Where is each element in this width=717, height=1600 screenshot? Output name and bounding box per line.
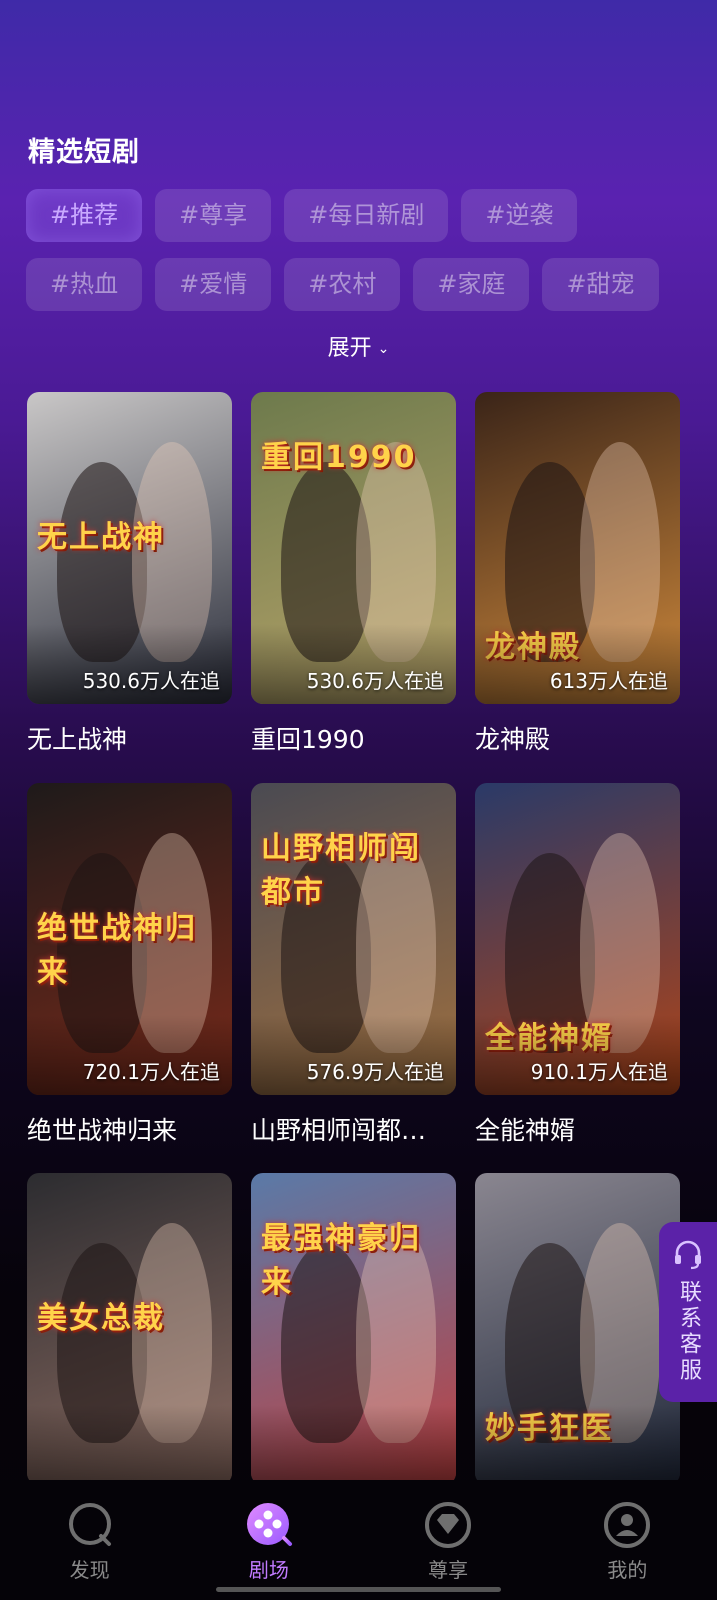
drama-card[interactable]: 无上战神 530.6万人在追 无上战神 (27, 392, 232, 756)
drama-card[interactable]: 全能神婿910.1万人在追全能神婿 (475, 783, 680, 1147)
tag-family[interactable]: #家庭 (413, 258, 530, 311)
drama-title[interactable]: 绝世战神归来 (27, 1111, 232, 1147)
drama-poster[interactable]: 重回1990 530.6万人在追 (251, 392, 456, 704)
customer-service-button[interactable]: 联系客服 (659, 1222, 717, 1402)
tag-exclusive[interactable]: #尊享 (155, 189, 272, 242)
drama-title[interactable]: 重回1990 (251, 720, 456, 756)
poster-title-art: 最强神豪归来 (261, 1221, 421, 1300)
tag-daily-new[interactable]: #每日新剧 (284, 189, 449, 242)
poster-shade (251, 1405, 456, 1485)
tag-row-2: #热血 #爱情 #农村 #家庭 #甜宠 (26, 258, 706, 311)
tab-profile-label: 我的 (607, 1558, 648, 1582)
poster-title-art: 美女总裁 (37, 1301, 165, 1336)
poster-title-art: 绝世战神归来 (37, 911, 197, 990)
section-title: 精选短剧 (28, 137, 140, 168)
tab-discover-label: 发现 (69, 1558, 110, 1582)
expand-label: 展开 (327, 336, 372, 361)
tab-discover[interactable]: 发现 (30, 1500, 150, 1583)
tag-filter: #推荐 #尊享 #每日新剧 #逆袭 #热血 #爱情 #农村 #家庭 #甜宠 (26, 189, 706, 327)
tag-rural[interactable]: #农村 (284, 258, 401, 311)
follower-count: 910.1万人在追 (530, 1060, 668, 1084)
drama-card[interactable]: 最强神豪归来 (251, 1173, 456, 1501)
follower-count: 530.6万人在追 (306, 669, 444, 693)
customer-service-label: 联系客服 (676, 1280, 701, 1384)
expand-button[interactable]: 展开 ⌄ (0, 330, 717, 362)
tab-theater-label: 剧场 (248, 1558, 289, 1582)
drama-poster[interactable]: 绝世战神归来 720.1万人在追 (27, 783, 232, 1095)
drama-poster[interactable]: 全能神婿910.1万人在追 (475, 783, 680, 1095)
drama-title[interactable]: 山野相师闯都… (251, 1111, 456, 1147)
tag-sweet[interactable]: #甜宠 (542, 258, 659, 311)
drama-poster[interactable]: 无上战神 530.6万人在追 (27, 392, 232, 704)
drama-poster[interactable]: 美女总裁 (27, 1173, 232, 1485)
diamond-icon (425, 1502, 472, 1548)
poster-shade (475, 1405, 680, 1485)
tag-recommended[interactable]: #推荐 (26, 189, 143, 242)
tag-comeback[interactable]: #逆袭 (461, 189, 578, 242)
drama-title[interactable]: 无上战神 (27, 720, 232, 756)
follower-count: 530.6万人在追 (82, 669, 220, 693)
drama-card[interactable]: 重回1990 530.6万人在追 重回1990 (251, 392, 456, 756)
tag-row-1: #推荐 #尊享 #每日新剧 #逆袭 (26, 189, 706, 242)
drama-card[interactable]: 妙手狂医 (475, 1173, 680, 1501)
home-indicator (216, 1587, 501, 1592)
headset-icon (675, 1240, 701, 1270)
drama-card[interactable]: 龙神殿613万人在追龙神殿 (475, 392, 680, 756)
follower-count: 720.1万人在追 (82, 1060, 220, 1084)
tab-exclusive[interactable]: 尊享 (388, 1500, 508, 1583)
profile-icon (604, 1502, 651, 1548)
tab-exclusive-label: 尊享 (428, 1558, 469, 1582)
bottom-tab-bar: 发现 剧场 尊享 我的 (0, 1480, 717, 1600)
poster-title-art: 无上战神 (37, 520, 165, 555)
drama-title[interactable]: 全能神婿 (475, 1111, 680, 1147)
discover-icon (68, 1503, 111, 1546)
theater-icon (246, 1503, 292, 1546)
drama-poster[interactable]: 龙神殿613万人在追 (475, 392, 680, 704)
follower-count: 613万人在追 (549, 669, 668, 693)
poster-title-art: 山野相师闯都市 (261, 831, 421, 910)
drama-poster[interactable]: 妙手狂医 (475, 1173, 680, 1485)
follower-count: 576.9万人在追 (306, 1060, 444, 1084)
tab-profile[interactable]: 我的 (567, 1500, 687, 1583)
chevron-down-icon: ⌄ (377, 341, 390, 357)
drama-card[interactable]: 美女总裁 (27, 1173, 232, 1501)
drama-card[interactable]: 绝世战神归来 720.1万人在追 绝世战神归来 (27, 783, 232, 1147)
poster-title-art: 重回1990 (261, 440, 417, 475)
drama-title[interactable]: 龙神殿 (475, 720, 680, 756)
tab-theater[interactable]: 剧场 (209, 1500, 329, 1583)
drama-poster[interactable]: 最强神豪归来 (251, 1173, 456, 1485)
drama-poster[interactable]: 山野相师闯都市 576.9万人在追 (251, 783, 456, 1095)
tag-romance[interactable]: #爱情 (155, 258, 272, 311)
poster-shade (27, 1405, 232, 1485)
drama-card[interactable]: 山野相师闯都市 576.9万人在追山野相师闯都… (251, 783, 456, 1147)
tag-hot-blooded[interactable]: #热血 (26, 258, 143, 311)
